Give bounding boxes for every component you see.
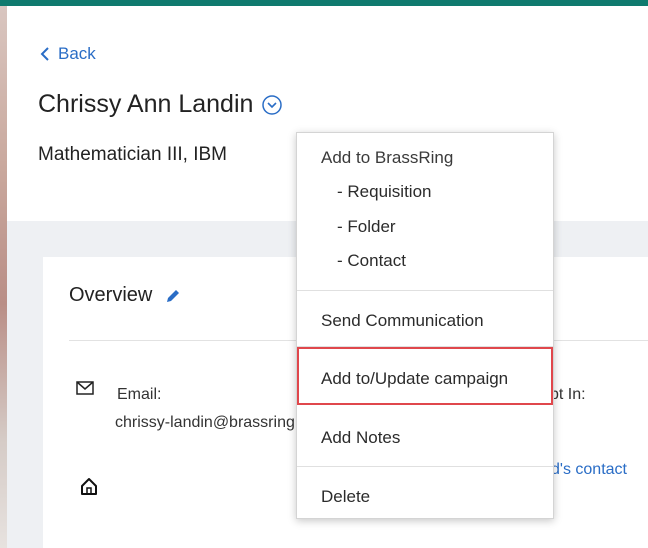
candidate-subtitle: Mathematician III, IBM: [38, 144, 228, 165]
menu-item-delete[interactable]: Delete: [321, 487, 370, 507]
menu-divider: [297, 466, 553, 467]
envelope-icon: [76, 381, 94, 395]
pencil-icon[interactable]: [164, 287, 182, 305]
candidate-name: Chrissy Ann Landin: [38, 90, 254, 118]
overview-title: Overview: [69, 284, 153, 306]
left-background-strip: [0, 6, 7, 548]
menu-item-contact[interactable]: - Contact: [337, 251, 406, 271]
candidate-name-row: Chrissy Ann Landin: [38, 90, 283, 119]
overview-header: Overview: [69, 284, 182, 307]
menu-header-add-to-brassring: Add to BrassRing: [321, 148, 454, 167]
contact-link[interactable]: d's contact: [551, 461, 627, 479]
email-label: Email:: [117, 386, 162, 403]
menu-item-add-update-campaign[interactable]: Add to/Update campaign: [321, 369, 508, 389]
candidate-actions-menu: Add to BrassRing - Requisition - Folder …: [296, 132, 554, 519]
chevron-down-circle-icon[interactable]: [261, 94, 283, 116]
menu-divider: [297, 290, 553, 291]
back-link-label: Back: [58, 44, 96, 63]
home-icon: [81, 478, 97, 495]
opt-in-label: pt In:: [550, 386, 586, 403]
menu-item-send-communication[interactable]: Send Communication: [321, 311, 484, 331]
menu-item-requisition[interactable]: - Requisition: [337, 182, 432, 202]
chevron-left-icon: [40, 47, 49, 61]
email-value: chrissy-landin@brassring.com: [115, 414, 298, 431]
back-link[interactable]: Back: [40, 44, 96, 64]
menu-item-add-notes[interactable]: Add Notes: [321, 428, 400, 448]
menu-item-folder[interactable]: - Folder: [337, 217, 396, 237]
